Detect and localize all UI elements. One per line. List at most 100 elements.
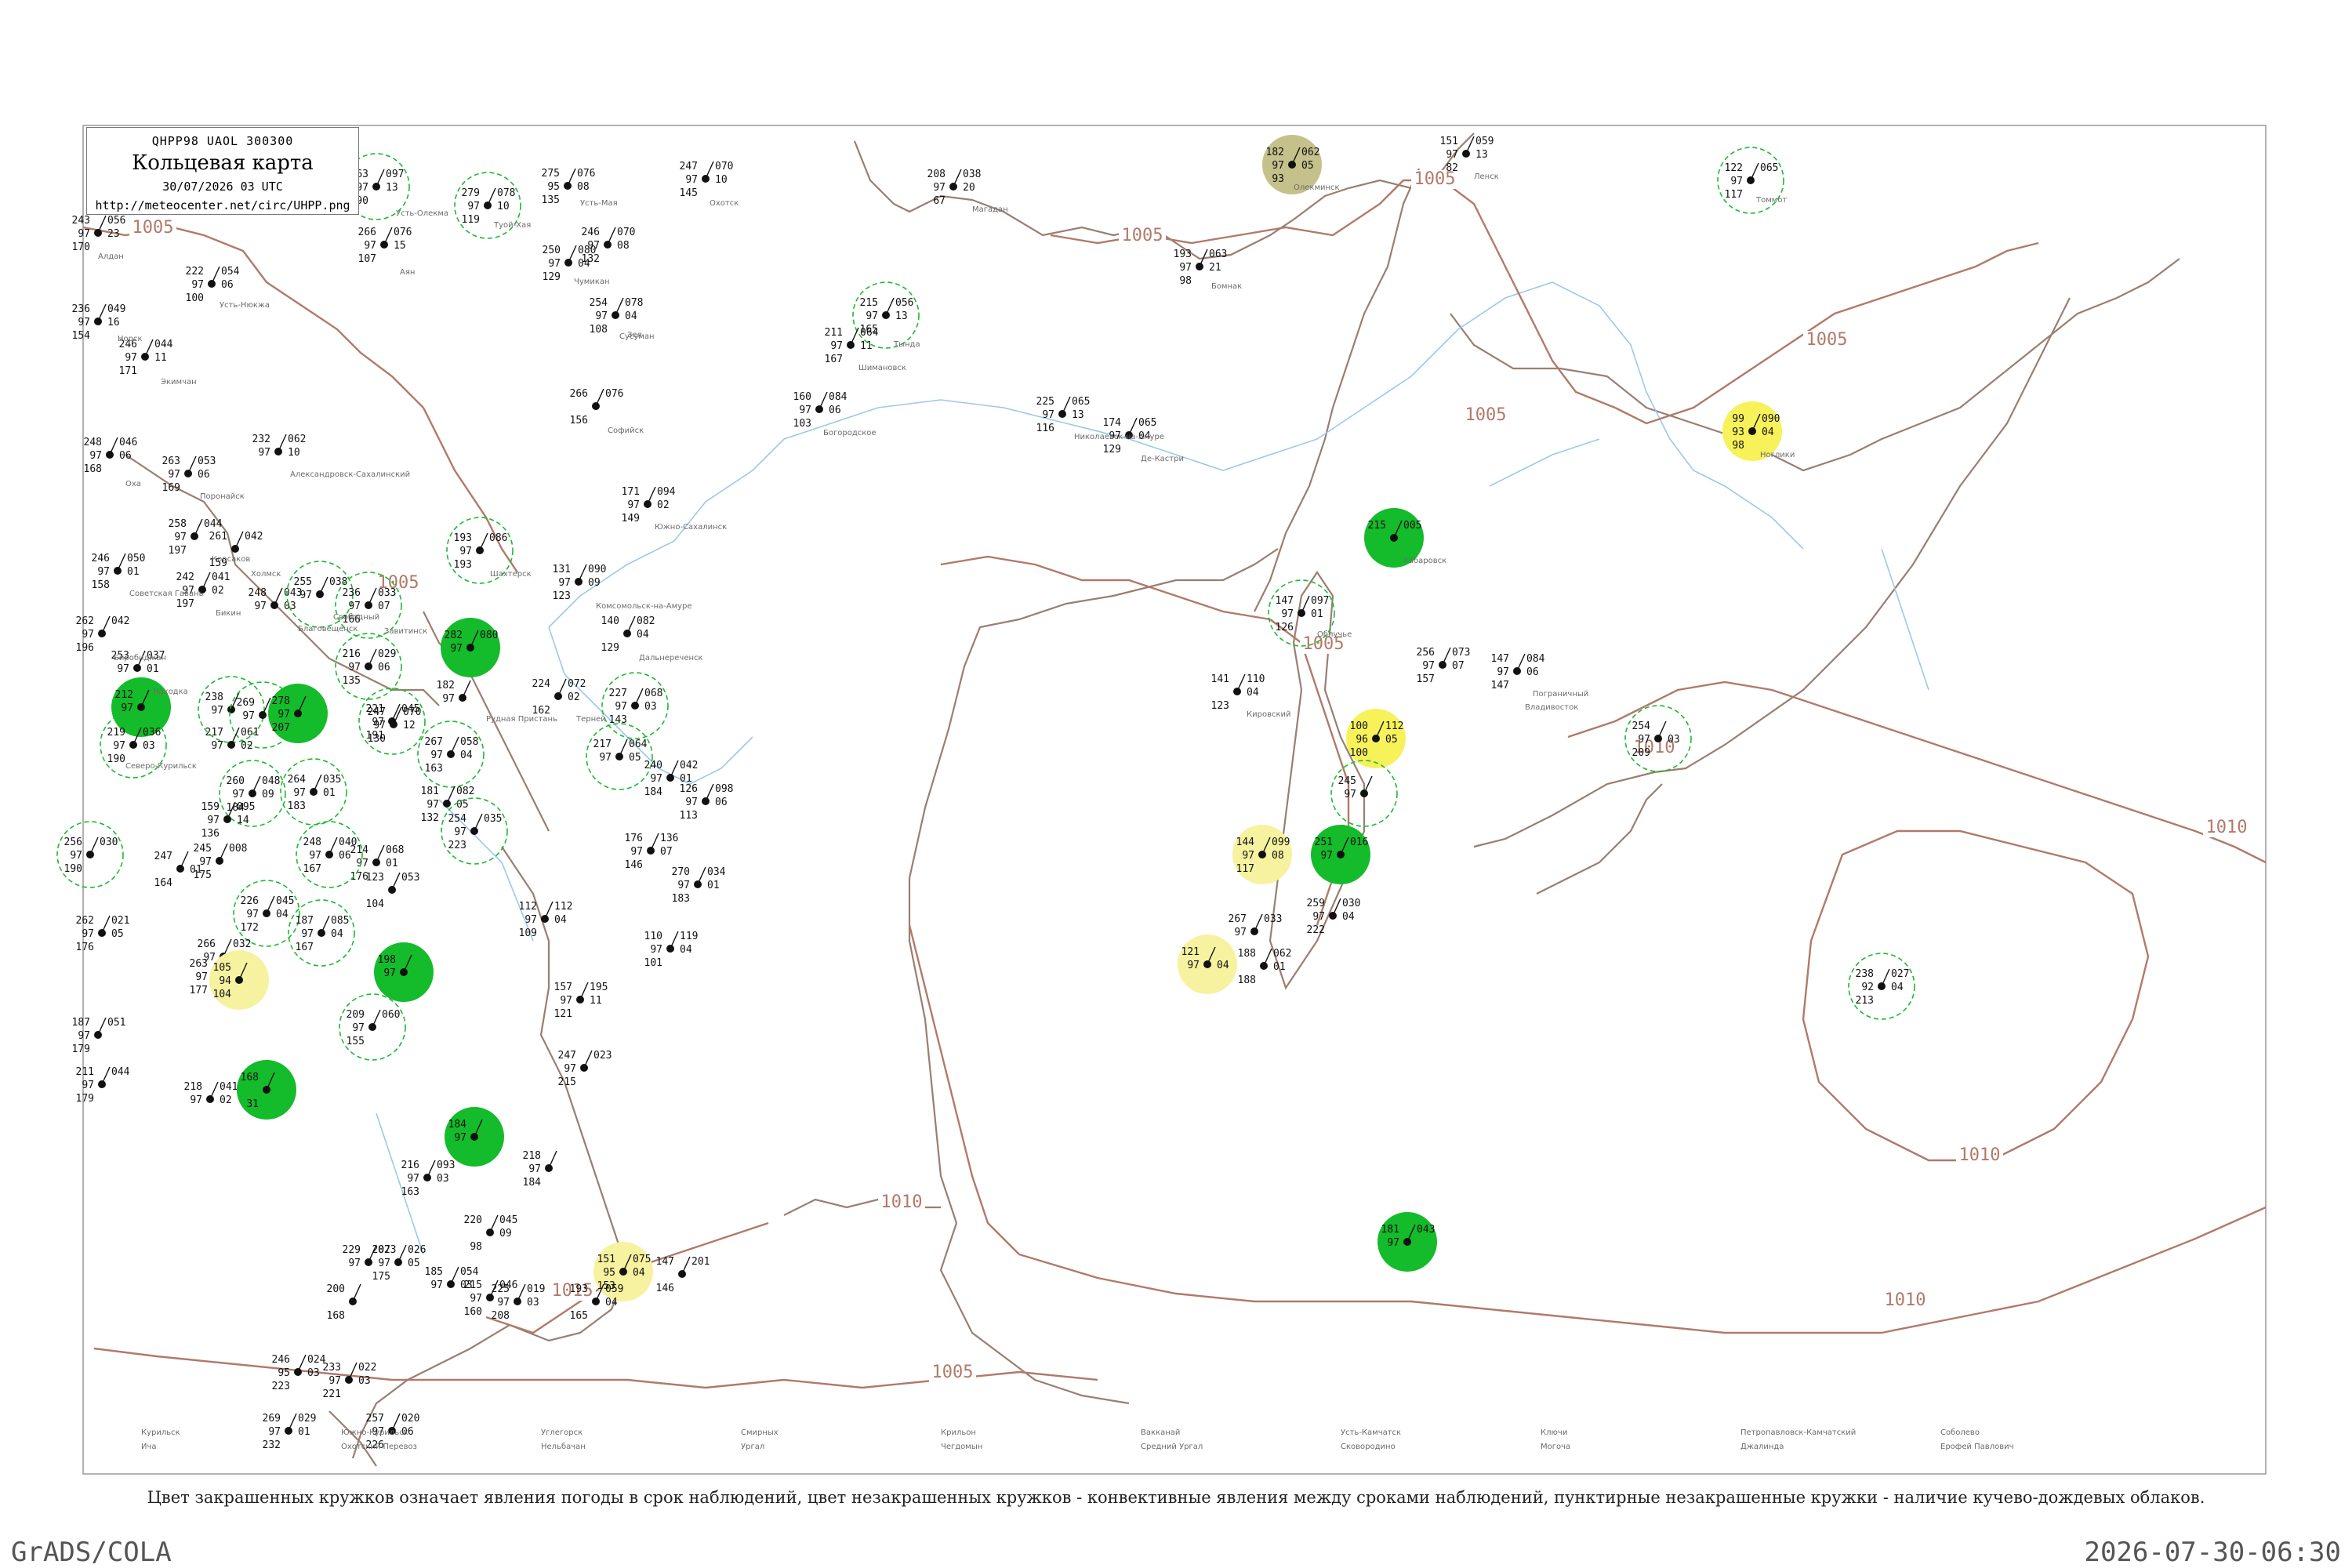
station-pressure: 048	[262, 775, 280, 787]
place-label: Охотск	[710, 199, 739, 208]
station-visibility: 97	[1312, 911, 1325, 923]
station-visibility: 97	[442, 693, 455, 705]
place-label: Средний Ургал	[1141, 1443, 1203, 1451]
isobar-label: 1010	[1959, 1145, 2001, 1165]
station-dewpoint: 167	[296, 942, 314, 953]
station-dewpoint: 136	[201, 828, 220, 840]
station-tendency: 04	[1762, 426, 1774, 438]
station-temp: 123	[366, 872, 384, 884]
station-pressure: 045	[499, 1214, 517, 1226]
station-pressure: 112	[554, 901, 572, 913]
station-temp: 245	[194, 843, 212, 855]
station-temp: 248	[84, 437, 102, 448]
station-visibility: 97	[558, 577, 571, 589]
station-dewpoint: 130	[368, 733, 386, 745]
station-tendency: 03	[143, 740, 155, 752]
station-pressure: 044	[204, 518, 223, 530]
station-pressure: 072	[568, 678, 586, 690]
station-visibility: 97	[450, 643, 463, 655]
station-temp: 247	[368, 706, 386, 718]
station-visibility: 97	[426, 799, 439, 811]
station-temp: 227	[609, 688, 627, 699]
station-dewpoint: 157	[1417, 673, 1435, 685]
station-pressure: 053	[198, 456, 216, 467]
station-temp: 232	[252, 434, 270, 445]
station-pressure: 046	[119, 437, 137, 448]
station-visibility: 97	[82, 1080, 94, 1091]
station-temp: 262	[76, 615, 94, 627]
station-visibility: 97	[301, 928, 314, 940]
station-temp: 263	[162, 456, 180, 467]
place-label: Терней	[575, 715, 606, 724]
station-dewpoint: 100	[1350, 747, 1368, 759]
station-pressure: 044	[154, 339, 173, 350]
station-temp: 270	[672, 866, 690, 878]
place-label: Петропавловск-Камчатский	[1740, 1428, 1856, 1437]
station-temp: 259	[1307, 898, 1325, 909]
station-temp: 269	[263, 1413, 281, 1425]
station-temp: 275	[542, 168, 560, 180]
station-dewpoint: 184	[523, 1177, 542, 1189]
station-dewpoint: 154	[72, 330, 91, 342]
station-pressure: 061	[241, 727, 259, 739]
station-tendency: 01	[190, 864, 202, 876]
station-temp: 144	[1236, 837, 1255, 848]
station-pressure: 075	[633, 1254, 651, 1265]
station-pressure: 058	[460, 736, 478, 748]
station-temp: 224	[532, 678, 551, 690]
station-pressure: 097	[386, 169, 404, 180]
station: 121 97 04	[1178, 935, 1237, 994]
station-tendency: 03	[1668, 734, 1680, 746]
station-tendency: 02	[220, 1094, 232, 1106]
station-visibility: 97	[1179, 262, 1192, 274]
station-visibility: 97	[348, 601, 361, 612]
station-visibility: 97	[1387, 1237, 1399, 1249]
station-pressure: 050	[127, 553, 145, 564]
station-dewpoint: 209	[1632, 747, 1650, 759]
station-temp: 209	[347, 1009, 365, 1021]
station-visibility: 92	[1861, 982, 1874, 993]
station-visibility: 97	[1272, 160, 1284, 172]
station-temp: 187	[296, 915, 314, 927]
station-temp: 238	[205, 691, 223, 703]
station-dewpoint: 123	[1211, 700, 1229, 712]
station-visibility: 97	[299, 590, 312, 601]
station-visibility: 97	[378, 1258, 390, 1269]
station-temp: 222	[186, 266, 204, 278]
station-pressure: 042	[680, 760, 698, 771]
station-temp: 220	[464, 1214, 482, 1226]
station-dewpoint: 167	[825, 354, 843, 365]
place-label: Ерофей Павлович	[1940, 1443, 2014, 1451]
station-dewpoint: 221	[323, 1388, 341, 1400]
station-visibility: 97	[1638, 734, 1650, 746]
station-tendency: 07	[660, 846, 673, 858]
station-pressure: 093	[437, 1160, 455, 1171]
station-temp: 254	[590, 297, 608, 309]
station-visibility: 97	[454, 1132, 466, 1144]
place-label: Алдан	[98, 252, 124, 261]
station-tendency: 13	[1475, 149, 1488, 161]
station-pressure: 041	[220, 1081, 238, 1093]
station-pressure: 078	[625, 297, 643, 309]
station-temp: 218	[523, 1150, 541, 1162]
station-pressure: 053	[401, 872, 419, 884]
station-visibility: 97	[1320, 850, 1333, 862]
station-dewpoint: 223	[448, 840, 466, 851]
station-dewpoint: 179	[72, 1044, 90, 1055]
station-visibility: 97	[548, 258, 561, 270]
station-pressure: 035	[484, 813, 502, 825]
station-temp: 181	[421, 786, 439, 797]
station-pressure: 042	[111, 615, 129, 627]
station-tendency: 06	[119, 450, 132, 462]
station-dewpoint: 179	[76, 1093, 94, 1105]
station-visibility: 97	[677, 880, 690, 891]
station-visibility: 97	[207, 815, 220, 826]
station-visibility: 97	[97, 566, 110, 578]
station-tendency: 11	[860, 340, 873, 352]
station-pressure: 090	[588, 564, 606, 575]
station: 168 31	[237, 1060, 296, 1120]
station: 10594 104	[209, 950, 269, 1010]
station-tendency: 03	[644, 701, 657, 713]
station-dewpoint: 113	[680, 810, 698, 822]
station-dewpoint: 165	[570, 1310, 588, 1322]
